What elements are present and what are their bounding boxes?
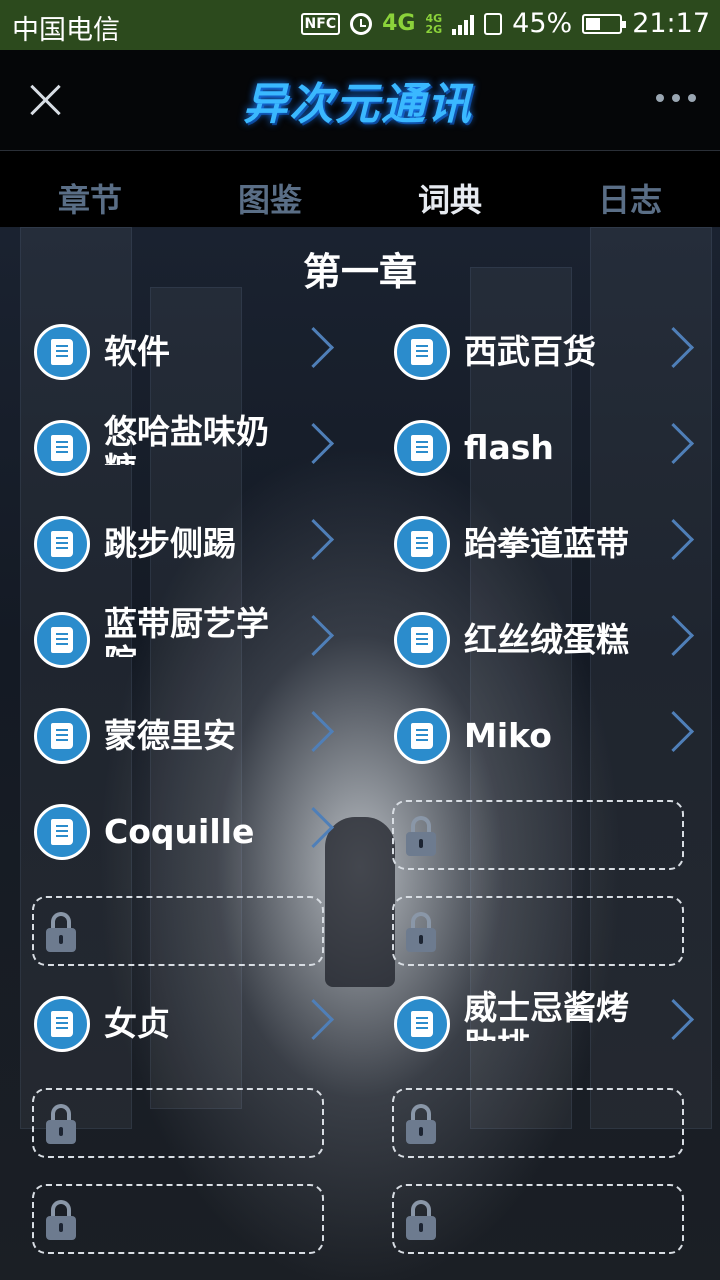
entry-label: 威士忌酱烤肋排: [464, 989, 629, 1041]
tab-dictionary[interactable]: 词典: [360, 151, 540, 227]
entry-label: 蓝带厨艺学院: [104, 605, 269, 657]
network-type: 4G: [382, 11, 416, 36]
chevron-right-icon: [292, 422, 335, 465]
dictionary-entry[interactable]: 悠哈盐味奶糖: [32, 413, 335, 483]
locked-entry: [32, 1184, 324, 1254]
chevron-right-icon: [652, 614, 695, 657]
entry-label: 红丝绒蛋糕: [464, 621, 629, 659]
app-header: 异次元通讯: [0, 50, 720, 151]
chevron-right-icon: [652, 326, 695, 369]
lock-icon: [46, 1104, 80, 1144]
dictionary-entry[interactable]: 西武百货: [392, 317, 695, 387]
more-options-button[interactable]: [656, 94, 696, 102]
sim-icon: [484, 12, 503, 35]
book-icon: [34, 708, 90, 764]
battery-percent: 45%: [512, 8, 573, 39]
entry-label: 蒙德里安: [104, 717, 236, 755]
chapter-title: 第一章: [302, 250, 417, 294]
locked-entry: [32, 1088, 324, 1158]
entry-label: Miko: [464, 717, 552, 755]
book-icon: [34, 612, 90, 668]
entry-label: 女贞: [104, 1005, 170, 1043]
locked-entry: [392, 896, 684, 966]
battery-icon: [582, 13, 627, 34]
chevron-right-icon: [292, 710, 335, 753]
book-icon: [394, 996, 450, 1052]
network-mini-icon: 4G 2G: [425, 11, 443, 36]
tab-chapters[interactable]: 章节: [0, 151, 180, 227]
entry-label: 西武百货: [464, 333, 596, 371]
background-building: [150, 287, 242, 1109]
locked-entry: [392, 1088, 684, 1158]
book-icon: [394, 324, 450, 380]
book-icon: [394, 708, 450, 764]
locked-entry: [392, 800, 684, 870]
locked-entry: [32, 896, 324, 966]
tab-gallery[interactable]: 图鉴: [180, 151, 360, 227]
app-logo: 异次元通讯: [243, 79, 473, 130]
signal-icon: [452, 13, 475, 35]
book-icon: [34, 516, 90, 572]
nfc-icon: NFC: [300, 12, 341, 35]
lock-icon: [406, 912, 440, 952]
entry-label: Coquille: [104, 813, 255, 851]
book-icon: [394, 420, 450, 476]
clock: 21:17: [632, 8, 710, 39]
alarm-icon: [350, 12, 373, 35]
dictionary-content: 第一章 软件悠哈盐味奶糖跳步侧踢蓝带厨艺学院蒙德里安 Coquille 女贞 西武百货…: [0, 227, 720, 1280]
book-icon: [34, 804, 90, 860]
dictionary-entry[interactable]: 红丝绒蛋糕: [392, 605, 695, 675]
status-icons: NFC 4G 4G 2G 45% 21:17: [300, 8, 710, 39]
lock-icon: [46, 912, 80, 952]
chevron-right-icon: [292, 326, 335, 369]
chevron-right-icon: [292, 614, 335, 657]
entry-label: flash: [464, 429, 554, 467]
tab-log[interactable]: 日志: [540, 151, 720, 227]
dictionary-entry[interactable]: 跳步侧踢: [32, 509, 335, 579]
chevron-right-icon: [292, 998, 335, 1041]
entry-label: 跳步侧踢: [104, 525, 236, 563]
dictionary-entry[interactable]: 蓝带厨艺学院: [32, 605, 335, 675]
tab-bar: 章节 图鉴 词典 日志: [0, 151, 720, 227]
chevron-right-icon: [652, 518, 695, 561]
chevron-right-icon: [292, 806, 335, 849]
book-icon: [394, 516, 450, 572]
book-icon: [394, 612, 450, 668]
chevron-right-icon: [292, 518, 335, 561]
lock-icon: [46, 1200, 80, 1240]
chevron-right-icon: [652, 710, 695, 753]
book-icon: [34, 996, 90, 1052]
dictionary-entry[interactable]: 跆拳道蓝带: [392, 509, 695, 579]
dictionary-entry[interactable]: Coquille: [32, 797, 335, 867]
entry-label: 跆拳道蓝带: [464, 525, 629, 563]
dictionary-entry[interactable]: 软件: [32, 317, 335, 387]
locked-entry: [392, 1184, 684, 1254]
entry-label: 软件: [104, 333, 170, 371]
chevron-right-icon: [652, 998, 695, 1041]
entry-label: 悠哈盐味奶糖: [104, 413, 269, 465]
dictionary-entry[interactable]: 威士忌酱烤肋排: [392, 989, 695, 1059]
background-figure: [325, 817, 395, 987]
dictionary-entry[interactable]: flash: [392, 413, 695, 483]
carrier-label: 中国电信: [12, 15, 120, 46]
status-bar: 中国电信 NFC 4G 4G 2G 45% 21:17: [0, 0, 720, 50]
chevron-right-icon: [652, 422, 695, 465]
book-icon: [34, 324, 90, 380]
dictionary-entry[interactable]: 女贞: [32, 989, 335, 1059]
lock-icon: [406, 1104, 440, 1144]
dictionary-entry[interactable]: 蒙德里安: [32, 701, 335, 771]
lock-icon: [406, 1200, 440, 1240]
dictionary-entry[interactable]: Miko: [392, 701, 695, 771]
close-button[interactable]: [24, 78, 68, 122]
lock-icon: [406, 816, 440, 856]
book-icon: [34, 420, 90, 476]
